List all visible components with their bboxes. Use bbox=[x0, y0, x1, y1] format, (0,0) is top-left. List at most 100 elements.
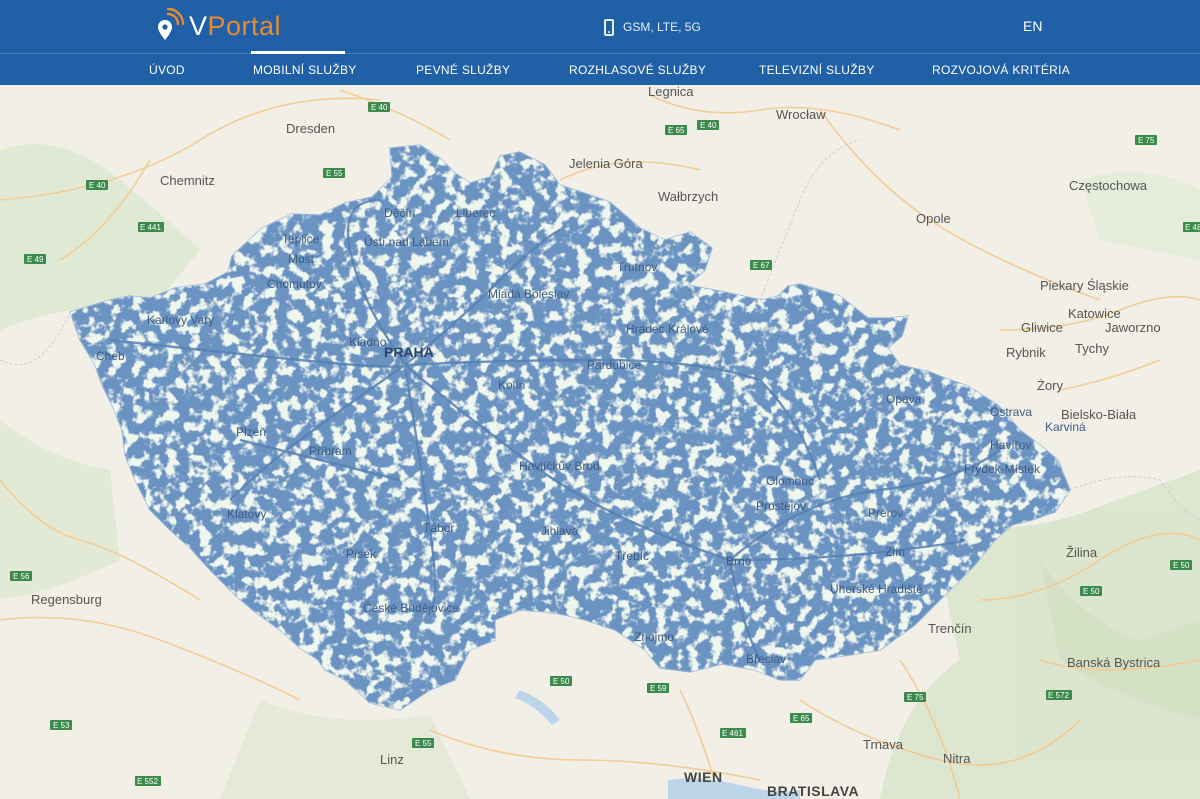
logo-letter-v: V bbox=[189, 11, 208, 41]
svg-text:E 65: E 65 bbox=[668, 126, 685, 135]
svg-text:E 53: E 53 bbox=[53, 721, 70, 730]
logo-text: VPortal bbox=[189, 6, 281, 46]
place-label: Wrocław bbox=[776, 107, 826, 122]
place-label: Most bbox=[288, 252, 315, 266]
place-label: Jelenia Góra bbox=[569, 156, 643, 171]
logo-word-portal: Portal bbox=[207, 11, 282, 41]
place-label: Třebíč bbox=[615, 549, 649, 563]
language-switch[interactable]: EN bbox=[1023, 18, 1042, 34]
svg-text:E 50: E 50 bbox=[1173, 561, 1190, 570]
nav-item-televizni-sluzby[interactable]: TELEVIZNÍ SLUŽBY bbox=[759, 63, 875, 77]
place-label: Prostějov bbox=[756, 499, 806, 513]
place-label: Zlín bbox=[885, 545, 905, 559]
site-header: VPortal GSM, LTE, 5G EN ÚVOD MOBILNÍ SLU… bbox=[0, 0, 1200, 85]
place-label: Příbram bbox=[309, 444, 352, 458]
svg-text:E 40: E 40 bbox=[371, 103, 388, 112]
svg-text:E 59: E 59 bbox=[650, 684, 667, 693]
place-label: Banská Bystrica bbox=[1067, 655, 1161, 670]
svg-text:E 48: E 48 bbox=[1185, 223, 1200, 232]
place-label: Karlovy Vary bbox=[147, 313, 214, 327]
place-label: Jaworzno bbox=[1105, 320, 1161, 335]
svg-text:E 67: E 67 bbox=[753, 261, 770, 270]
location-signal-icon bbox=[155, 6, 189, 46]
place-label: Klatovy bbox=[227, 507, 266, 521]
place-label: Gliwice bbox=[1021, 320, 1063, 335]
place-label: Żory bbox=[1037, 378, 1064, 393]
vportal-logo[interactable]: VPortal bbox=[155, 6, 281, 46]
place-label: Děčín bbox=[384, 206, 415, 220]
place-label: Trnava bbox=[863, 737, 904, 752]
place-label: Hradec Králové bbox=[626, 322, 709, 336]
nav-item-rozhlasove-sluzby[interactable]: ROZHLASOVÉ SLUŽBY bbox=[569, 63, 706, 77]
service-indicator: GSM, LTE, 5G bbox=[604, 17, 701, 37]
place-label: Nitra bbox=[943, 751, 971, 766]
place-label: Teplice bbox=[282, 232, 320, 246]
place-label: Chomutov bbox=[267, 277, 322, 291]
place-label: Katowice bbox=[1068, 306, 1121, 321]
place-label: Frýdek-Místek bbox=[964, 462, 1041, 476]
nav-item-rozvojova-kriteria[interactable]: ROZVOJOVÁ KRITÉRIA bbox=[932, 63, 1070, 77]
nav-item-pevne-sluzby[interactable]: PEVNÉ SLUŽBY bbox=[416, 63, 510, 77]
place-label: Plzeň bbox=[236, 425, 266, 439]
place-label: Ostrava bbox=[990, 405, 1032, 419]
place-label: Częstochowa bbox=[1069, 178, 1148, 193]
svg-text:E 55: E 55 bbox=[326, 169, 343, 178]
top-bar: VPortal GSM, LTE, 5G EN bbox=[0, 0, 1200, 53]
place-label: Písek bbox=[346, 547, 377, 561]
place-label: Brno bbox=[726, 554, 752, 568]
svg-text:E 441: E 441 bbox=[140, 223, 161, 232]
place-label: Tábor bbox=[423, 521, 454, 535]
place-label: Břeclav bbox=[746, 652, 786, 666]
place-label: Kolín bbox=[498, 378, 525, 392]
place-label: Opole bbox=[916, 211, 951, 226]
place-label: Tychy bbox=[1075, 341, 1109, 356]
svg-text:E 75: E 75 bbox=[907, 693, 924, 702]
place-label: Ústí nad Labem bbox=[364, 234, 449, 249]
place-label: Trutnov bbox=[617, 260, 657, 274]
place-label: Trenčín bbox=[928, 621, 972, 636]
svg-text:E 40: E 40 bbox=[89, 181, 106, 190]
map-canvas[interactable]: E 40 E 65 E 40 E 75 E 55 E 40 E 441 E 49… bbox=[0, 85, 1200, 799]
svg-text:E 50: E 50 bbox=[553, 677, 570, 686]
place-label: Havlíčkův Brod bbox=[519, 459, 600, 473]
place-label: Legnica bbox=[648, 85, 694, 99]
place-label: Dresden bbox=[286, 121, 335, 136]
place-label: PRAHA bbox=[384, 344, 434, 360]
svg-text:E 55: E 55 bbox=[415, 739, 432, 748]
place-label: BRATISLAVA bbox=[767, 783, 859, 799]
place-label: Přerov bbox=[868, 506, 903, 520]
svg-text:E 49: E 49 bbox=[27, 255, 44, 264]
place-label: Cheb bbox=[96, 349, 125, 363]
svg-text:E 572: E 572 bbox=[1048, 691, 1069, 700]
place-label: Kladno bbox=[349, 335, 387, 349]
place-label: Uherské Hradiště bbox=[830, 582, 923, 596]
place-label: Jihlava bbox=[541, 524, 579, 538]
svg-text:E 75: E 75 bbox=[1138, 136, 1155, 145]
svg-text:E 461: E 461 bbox=[722, 729, 743, 738]
place-label: Wałbrzych bbox=[658, 189, 718, 204]
active-tab-indicator bbox=[251, 51, 345, 54]
place-label: Olomouc bbox=[766, 474, 814, 488]
place-label: Regensburg bbox=[31, 592, 102, 607]
svg-text:E 65: E 65 bbox=[793, 714, 810, 723]
service-label: GSM, LTE, 5G bbox=[623, 20, 701, 34]
place-label: Pardubice bbox=[587, 358, 641, 372]
place-label: Piekary Śląskie bbox=[1040, 278, 1129, 293]
place-label: Linz bbox=[380, 752, 404, 767]
svg-text:E 40: E 40 bbox=[700, 121, 717, 130]
place-label: Chemnitz bbox=[160, 173, 215, 188]
place-label: České Budějovice bbox=[363, 600, 459, 615]
place-label: Havířov bbox=[990, 438, 1031, 452]
place-label: Liberec bbox=[456, 206, 495, 220]
svg-text:E 552: E 552 bbox=[137, 777, 158, 786]
phone-icon bbox=[604, 18, 614, 36]
nav-item-uvod[interactable]: ÚVOD bbox=[149, 63, 185, 77]
coverage-map[interactable]: E 40 E 65 E 40 E 75 E 55 E 40 E 441 E 49… bbox=[0, 85, 1200, 799]
place-label: Žilina bbox=[1066, 545, 1098, 560]
svg-text:E 50: E 50 bbox=[1083, 587, 1100, 596]
place-label: Znojmo bbox=[634, 630, 674, 644]
place-label: Rybnik bbox=[1006, 345, 1046, 360]
place-label: Mladá Boleslav bbox=[488, 287, 569, 301]
nav-item-mobilni-sluzby[interactable]: MOBILNÍ SLUŽBY bbox=[253, 63, 357, 77]
svg-text:E 56: E 56 bbox=[13, 572, 30, 581]
